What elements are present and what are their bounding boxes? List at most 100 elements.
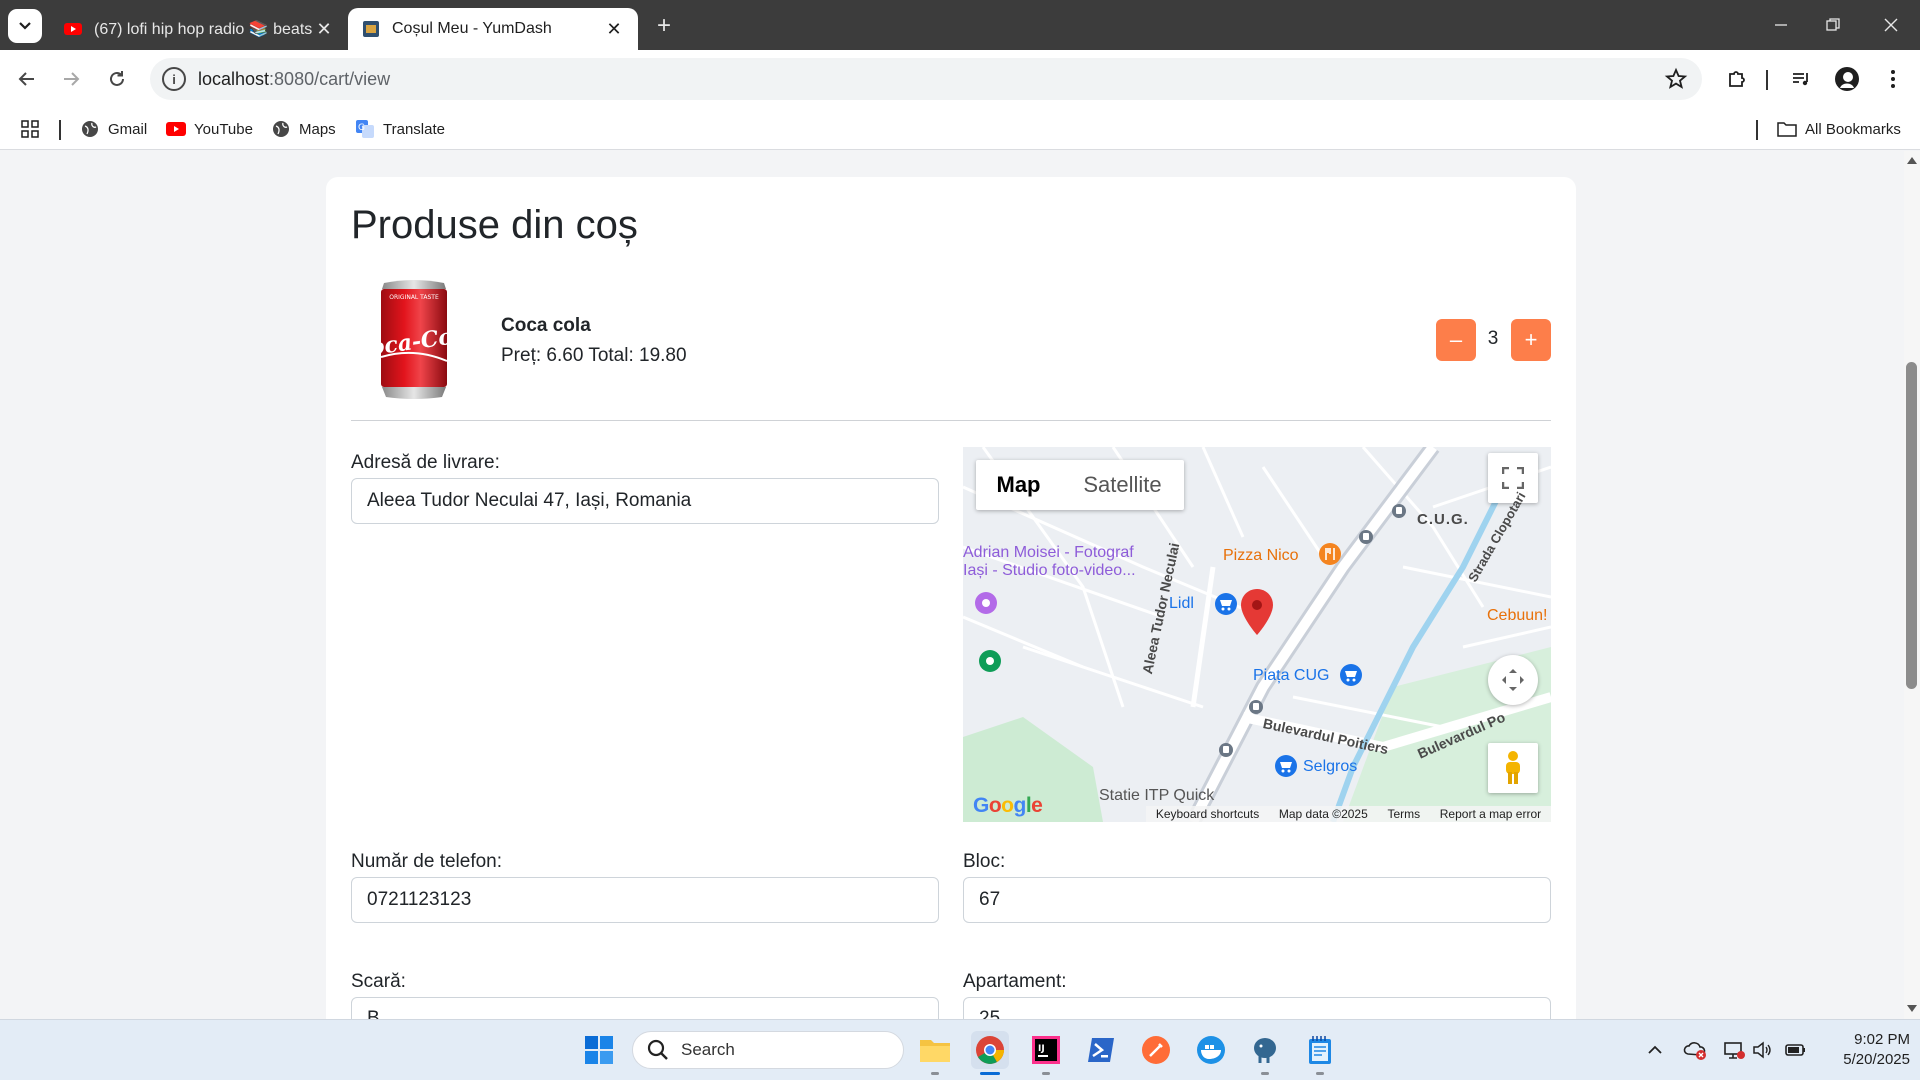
browser-tab-bar: (67) lofi hip hop radio 📚 beats ✕ Coșul …	[0, 0, 1920, 50]
shopping-marker-icon	[1340, 664, 1362, 686]
folder-icon	[920, 1040, 950, 1062]
chrome-icon	[976, 1036, 1004, 1064]
tab-title: Coșul Meu - YumDash	[392, 20, 552, 37]
postgres-button[interactable]	[1246, 1031, 1284, 1069]
all-bookmarks-label: All Bookmarks	[1805, 120, 1901, 138]
delivery-map[interactable]: Map Satellite Pizza Nico Lidl Piața CUG …	[963, 447, 1551, 822]
scroll-down-icon[interactable]	[1906, 1004, 1918, 1014]
poi-lidl[interactable]: Lidl	[1169, 595, 1194, 613]
running-indicator	[1316, 1072, 1324, 1075]
close-icon	[1884, 18, 1898, 32]
poi-cebuun[interactable]: Cebuun!	[1487, 607, 1548, 625]
transit-stop-icon	[1359, 530, 1373, 544]
map-footer: Keyboard shortcuts Map data ©2025 Terms …	[1146, 806, 1551, 822]
battery-icon	[1785, 1044, 1805, 1056]
forward-button[interactable]	[56, 64, 86, 94]
address-bar[interactable]: i localhost:8080/cart/view	[150, 58, 1702, 100]
search-placeholder: Search	[681, 1040, 735, 1059]
address-input[interactable]: Aleea Tudor Neculai 47, Iași, Romania	[351, 478, 939, 524]
bookmark-translate[interactable]: G Translate	[355, 116, 445, 142]
running-indicator	[1261, 1072, 1269, 1075]
browser-menu-button[interactable]	[1878, 64, 1908, 94]
apps-button[interactable]	[20, 116, 40, 142]
close-window-button[interactable]	[1876, 10, 1906, 40]
running-indicator	[1042, 1072, 1050, 1075]
profile-avatar[interactable]	[1832, 64, 1862, 94]
intellij-button[interactable]: IJ	[1027, 1031, 1065, 1069]
block-input[interactable]: 67	[963, 877, 1551, 923]
shopping-marker-icon	[1215, 593, 1237, 615]
poi-selgros[interactable]: Selgros	[1303, 758, 1357, 776]
notepad-button[interactable]	[1301, 1031, 1339, 1069]
apps-grid-icon	[21, 120, 39, 138]
new-tab-button[interactable]: +	[650, 12, 678, 40]
apartment-input[interactable]: 25	[963, 997, 1551, 1019]
cloud-error-icon	[1683, 1042, 1706, 1060]
postman-button[interactable]	[1137, 1031, 1175, 1069]
file-explorer-button[interactable]	[916, 1031, 954, 1069]
back-button[interactable]	[12, 64, 42, 94]
extensions-button[interactable]	[1722, 64, 1752, 94]
bookmark-youtube[interactable]: YouTube	[166, 116, 253, 142]
product-image: ORIGINAL TASTE Coca-Cola	[376, 280, 452, 399]
poi-piata-cug[interactable]: Piața CUG	[1253, 667, 1329, 685]
page-title: Produse din coș	[351, 203, 638, 247]
map-type-satellite-button[interactable]: Satellite	[1061, 460, 1184, 510]
bookmark-star-icon[interactable]	[1664, 67, 1688, 91]
minimize-button[interactable]	[1766, 10, 1796, 40]
bookmark-label: Translate	[383, 120, 445, 138]
media-control-button[interactable]	[1786, 64, 1816, 94]
restaurant-marker-icon	[1319, 543, 1341, 565]
stair-input[interactable]: B	[351, 997, 939, 1019]
globe-icon	[271, 119, 291, 139]
bookmark-gmail[interactable]: Gmail	[80, 116, 147, 142]
restore-button[interactable]	[1818, 10, 1848, 40]
poi-pizza-nico[interactable]: Pizza Nico	[1223, 547, 1299, 565]
chrome-button[interactable]	[971, 1031, 1009, 1069]
reload-button[interactable]	[102, 64, 132, 94]
media-queue-icon	[1793, 73, 1808, 86]
increase-quantity-button[interactable]: +	[1511, 319, 1551, 361]
bookmark-label: YouTube	[194, 120, 253, 138]
docker-button[interactable]	[1192, 1031, 1230, 1069]
site-info-icon[interactable]: i	[162, 67, 186, 91]
tab-yumdash[interactable]: Coșul Meu - YumDash ✕	[348, 8, 638, 50]
terms-link[interactable]: Terms	[1387, 807, 1420, 821]
volume-status[interactable]	[1750, 1038, 1774, 1062]
street-view-pegman[interactable]	[1488, 743, 1538, 793]
poi-statie-itp[interactable]: Statie ITP Quick	[1099, 787, 1214, 805]
onedrive-status[interactable]	[1683, 1038, 1707, 1062]
close-icon[interactable]: ✕	[604, 19, 624, 39]
network-status[interactable]	[1722, 1038, 1746, 1062]
svg-text:IJ: IJ	[1038, 1044, 1045, 1054]
close-icon[interactable]: ✕	[314, 19, 334, 39]
map-data-text: Map data ©2025	[1278, 807, 1368, 821]
keyboard-shortcuts-link[interactable]: Keyboard shortcuts	[1156, 807, 1259, 821]
all-bookmarks-button[interactable]: All Bookmarks	[1777, 116, 1901, 142]
powershell-button[interactable]	[1082, 1031, 1120, 1069]
youtube-icon	[166, 119, 186, 139]
decrease-quantity-button[interactable]: –	[1436, 319, 1476, 361]
chevron-down-icon	[19, 22, 31, 30]
start-button[interactable]	[580, 1031, 618, 1069]
show-hidden-icons-button[interactable]	[1643, 1038, 1667, 1062]
camera-control-button[interactable]	[1488, 655, 1538, 705]
tab-search-button[interactable]	[8, 9, 42, 43]
svg-text:ORIGINAL TASTE: ORIGINAL TASTE	[389, 294, 439, 301]
reload-icon	[110, 71, 124, 86]
bookmark-maps[interactable]: Maps	[271, 116, 336, 142]
poi-studio-foto[interactable]: Adrian Moisei - Fotograf Iași - Studio fo…	[963, 544, 1136, 580]
map-type-map-button[interactable]: Map	[976, 460, 1061, 510]
scroll-up-icon[interactable]	[1906, 155, 1918, 165]
postman-icon	[1142, 1036, 1170, 1064]
transit-stop-icon	[1249, 700, 1263, 714]
location-pin-icon[interactable]	[1241, 589, 1273, 635]
map-type-switcher: Map Satellite	[976, 460, 1184, 510]
scrollbar-thumb[interactable]	[1906, 362, 1917, 689]
phone-input[interactable]: 0721123123	[351, 877, 939, 923]
clock[interactable]: 9:02 PM 5/20/2025	[1820, 1030, 1910, 1070]
taskbar-search[interactable]: Search	[632, 1031, 904, 1069]
battery-status[interactable]	[1784, 1038, 1808, 1062]
report-map-error-link[interactable]: Report a map error	[1440, 807, 1541, 821]
tab-lofi[interactable]: (67) lofi hip hop radio 📚 beats ✕	[50, 8, 348, 50]
